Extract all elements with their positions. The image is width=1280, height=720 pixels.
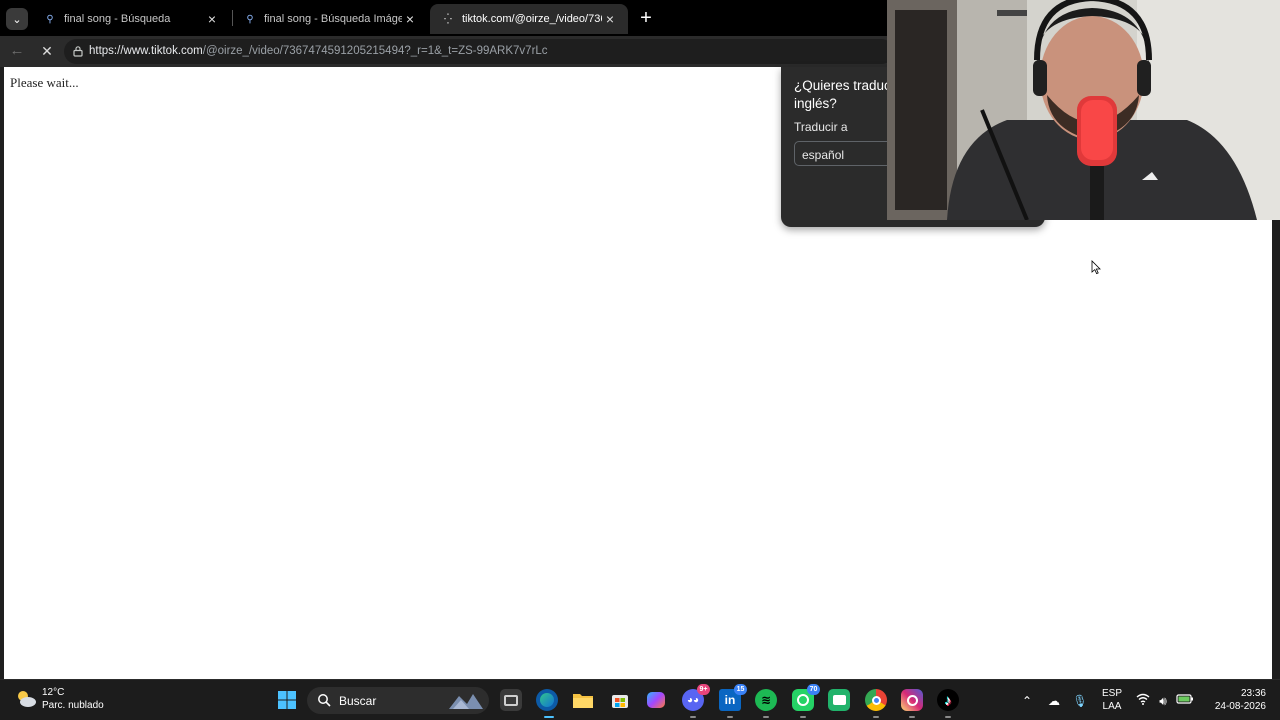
site-info-icon[interactable] (72, 45, 84, 57)
search-icon: ⚲ (46, 13, 54, 25)
running-app-indicator (763, 716, 769, 718)
instagram-icon (906, 694, 918, 706)
battery-charging-icon[interactable] (1176, 693, 1194, 709)
clock-time: 23:36 (1240, 688, 1266, 699)
active-app-indicator (544, 716, 554, 718)
running-app-indicator (690, 716, 696, 718)
edge-browser-button[interactable] (536, 689, 558, 711)
windows-logo-icon (278, 691, 296, 709)
linkedin-button[interactable]: in 15 (719, 684, 747, 711)
webcam-overlay (887, 0, 1280, 220)
linkedin-icon: in (724, 693, 736, 707)
keyboard-layout: LAA (1102, 701, 1122, 712)
taskbar-search-input[interactable]: Buscar (307, 687, 489, 714)
running-app-indicator (800, 716, 806, 718)
running-app-indicator (909, 716, 915, 718)
url-path: /@oirze_/video/7367474591205215494?_r=1&… (202, 45, 548, 57)
chrome-icon (871, 695, 881, 705)
url-host: https://www.tiktok.com (89, 45, 203, 57)
store-icon (612, 695, 628, 708)
input-language-indicator[interactable]: ESP LAA (1098, 687, 1126, 713)
tab-title: tiktok.com/@oirze_/video/736747459120521… (462, 13, 602, 25)
volume-speaker-icon[interactable]: 🔊︎ (1155, 693, 1171, 709)
windows-taskbar: 12°C Parc. nublado Buscar ◕◕ 9+ in 15 ≋ … (0, 679, 1280, 720)
discord-notification-badge: 9+ (697, 684, 710, 695)
search-icon (318, 694, 331, 707)
battery-glyph (1176, 694, 1193, 704)
clock-date: 24-08-2026 (1214, 701, 1266, 712)
translate-to-label: Traducir a (794, 120, 848, 134)
chevron-down-icon: ⌄ (12, 13, 22, 26)
folder-icon (573, 694, 593, 708)
discord-icon: ◕◕ (686, 694, 700, 706)
show-hidden-icons-chevron-up-icon[interactable]: ⌃ (1019, 693, 1035, 709)
running-app-indicator (945, 716, 951, 718)
chrome-browser-button[interactable] (865, 689, 887, 711)
translate-question-line2: inglés? (794, 96, 837, 111)
search-placeholder: Buscar (339, 694, 377, 708)
loading-message: Please wait... (10, 75, 79, 90)
weather-temperature: 12°C (42, 687, 65, 698)
weather-text: 12°C Parc. nublado (42, 686, 104, 712)
address-bar[interactable]: https://www.tiktok.com/@oirze_/video/736… (64, 39, 894, 64)
copilot-button[interactable] (645, 689, 667, 711)
weather-description: Parc. nublado (42, 700, 104, 711)
task-view-icon (504, 694, 518, 706)
search-icon: ⚲ (246, 13, 254, 25)
file-explorer-button[interactable] (572, 689, 594, 711)
chat-app-button[interactable] (828, 689, 850, 711)
running-app-indicator (727, 716, 733, 718)
discord-button[interactable]: ◕◕ 9+ (682, 684, 710, 711)
instagram-button[interactable] (901, 689, 923, 711)
microsoft-store-button[interactable] (609, 689, 631, 711)
close-icon[interactable]: × (402, 11, 418, 27)
url-text[interactable]: https://www.tiktok.com/@oirze_/video/736… (89, 45, 548, 57)
whatsapp-icon (797, 694, 809, 706)
window-edge (1272, 220, 1280, 680)
task-view-button[interactable] (500, 689, 522, 711)
spotify-button[interactable]: ≋ (755, 689, 777, 711)
tiktok-icon: ♪ (944, 692, 952, 708)
wifi-icon[interactable] (1135, 693, 1151, 709)
partly-cloudy-icon (18, 691, 36, 707)
new-tab-button[interactable]: + (636, 8, 656, 28)
whatsapp-notification-badge: 70 (807, 684, 820, 695)
tab-final-song-images[interactable]: ⚲ final song - Búsqueda Imágenes × (232, 4, 428, 34)
wifi-signal-glyph (1136, 693, 1150, 705)
target-language-select[interactable]: español (794, 141, 894, 166)
onedrive-cloud-icon[interactable]: ☁ (1046, 693, 1062, 709)
copilot-icon (647, 692, 665, 708)
close-icon[interactable]: × (602, 11, 618, 27)
tiktok-button[interactable]: ♪ (937, 689, 959, 711)
edge-icon (540, 693, 554, 707)
chat-bubble-icon (832, 695, 846, 705)
webcam-video-frame (887, 0, 1280, 220)
weather-widget[interactable]: 12°C Parc. nublado (14, 686, 104, 712)
microphone-icon[interactable]: 🎙︎ (1072, 693, 1088, 709)
system-clock[interactable]: 23:36 24-08-2026 (1200, 687, 1266, 713)
tab-tiktok-video[interactable]: ⁛ tiktok.com/@oirze_/video/7367474591205… (430, 4, 628, 34)
start-button[interactable] (276, 689, 298, 711)
tab-final-song-search[interactable]: ⚲ final song - Búsqueda × (32, 4, 230, 34)
running-app-indicator (873, 716, 879, 718)
mouse-cursor-icon (1091, 260, 1101, 275)
tab-title: final song - Búsqueda (64, 13, 171, 25)
tab-search-menu-button[interactable]: ⌄ (6, 8, 28, 30)
whatsapp-button[interactable]: 70 (792, 684, 820, 711)
spotify-icon: ≋ (760, 693, 772, 707)
linkedin-notification-badge: 15 (734, 684, 747, 695)
stop-loading-icon[interactable]: ✕ (38, 42, 56, 60)
tab-title: final song - Búsqueda Imágenes (264, 13, 402, 25)
back-arrow-icon[interactable]: ← (8, 42, 26, 60)
language-code: ESP (1101, 688, 1122, 699)
translate-question-line1: ¿Quieres traduci (794, 78, 894, 93)
search-highlight-illustration-icon (449, 694, 483, 709)
loading-spinner-icon: ⁛ (444, 13, 452, 25)
close-icon[interactable]: × (204, 11, 220, 27)
